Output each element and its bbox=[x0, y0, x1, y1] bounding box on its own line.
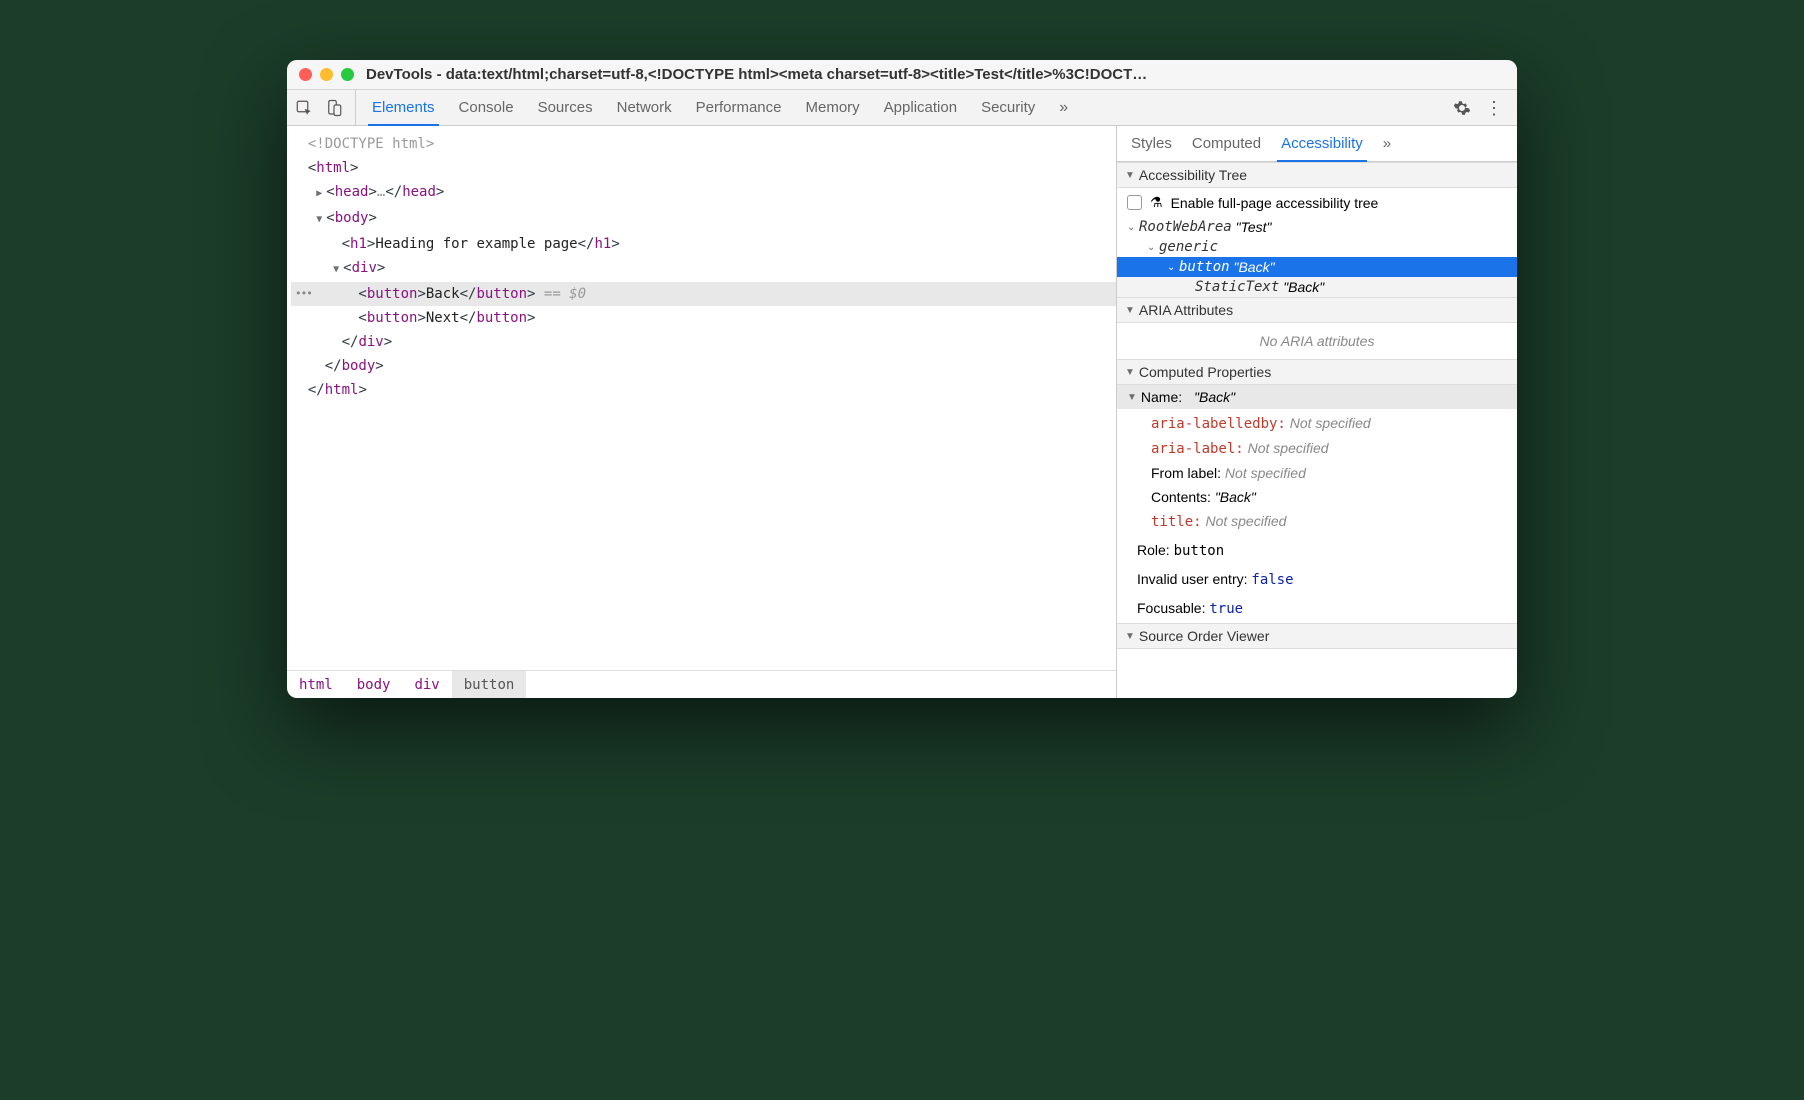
acc-root[interactable]: ⌄RootWebArea "Test" bbox=[1117, 217, 1517, 237]
acc-tree-header[interactable]: ▼Accessibility Tree bbox=[1117, 162, 1517, 188]
accessibility-tree[interactable]: ⌄RootWebArea "Test" ⌄generic ⌄button "Ba… bbox=[1117, 217, 1517, 297]
more-tabs-icon[interactable]: » bbox=[1047, 90, 1080, 125]
invalid-row: Invalid user entry: false bbox=[1117, 565, 1517, 594]
tab-application[interactable]: Application bbox=[872, 90, 969, 125]
tab-styles[interactable]: Styles bbox=[1121, 126, 1182, 161]
body-tag: body bbox=[335, 210, 369, 226]
zoom-icon[interactable] bbox=[341, 68, 354, 81]
tab-computed[interactable]: Computed bbox=[1182, 126, 1271, 161]
side-pane: Styles Computed Accessibility » ▼Accessi… bbox=[1117, 126, 1517, 698]
crumb-button[interactable]: button bbox=[452, 671, 527, 698]
gear-icon[interactable] bbox=[1453, 99, 1471, 117]
more-side-tabs-icon[interactable]: » bbox=[1373, 126, 1401, 161]
main-tabs: Elements Console Sources Network Perform… bbox=[360, 90, 1453, 125]
head-tag: head bbox=[335, 184, 369, 200]
dom-tree[interactable]: <!DOCTYPE html> <html> ▶<head>…</head> ▼… bbox=[287, 126, 1116, 670]
h1-tag: h1 bbox=[350, 236, 367, 252]
tab-sources[interactable]: Sources bbox=[526, 90, 605, 125]
doctype: <!DOCTYPE html> bbox=[308, 136, 434, 152]
traffic-lights bbox=[299, 68, 354, 81]
window-title: DevTools - data:text/html;charset=utf-8,… bbox=[366, 66, 1505, 83]
acc-button-selected[interactable]: ⌄button "Back" bbox=[1117, 257, 1517, 277]
acc-generic[interactable]: ⌄generic bbox=[1117, 237, 1517, 257]
computed-name-row[interactable]: ▼Name: "Back" bbox=[1117, 385, 1517, 409]
tab-elements[interactable]: Elements bbox=[360, 90, 447, 125]
tab-security[interactable]: Security bbox=[969, 90, 1047, 125]
aria-empty: No ARIA attributes bbox=[1117, 323, 1517, 359]
aria-header[interactable]: ▼ARIA Attributes bbox=[1117, 297, 1517, 323]
flask-icon: ⚗ bbox=[1150, 194, 1163, 211]
titlebar: DevTools - data:text/html;charset=utf-8,… bbox=[287, 60, 1517, 90]
minimize-icon[interactable] bbox=[320, 68, 333, 81]
tab-memory[interactable]: Memory bbox=[794, 90, 872, 125]
enable-checkbox[interactable] bbox=[1127, 195, 1142, 210]
devtools-window: DevTools - data:text/html;charset=utf-8,… bbox=[287, 60, 1517, 698]
enable-label: Enable full-page accessibility tree bbox=[1171, 195, 1379, 211]
tab-console[interactable]: Console bbox=[447, 90, 526, 125]
elements-pane: <!DOCTYPE html> <html> ▶<head>…</head> ▼… bbox=[287, 126, 1117, 698]
enable-full-page-row[interactable]: ⚗ Enable full-page accessibility tree bbox=[1117, 188, 1517, 217]
main-content: <!DOCTYPE html> <html> ▶<head>…</head> ▼… bbox=[287, 126, 1517, 698]
crumb-body[interactable]: body bbox=[345, 671, 403, 698]
close-icon[interactable] bbox=[299, 68, 312, 81]
crumb-div[interactable]: div bbox=[402, 671, 451, 698]
breadcrumbs: html body div button bbox=[287, 670, 1116, 698]
inspect-icon[interactable] bbox=[295, 99, 313, 117]
source-order-header[interactable]: ▼Source Order Viewer bbox=[1117, 623, 1517, 649]
crumb-html[interactable]: html bbox=[287, 671, 345, 698]
tab-network[interactable]: Network bbox=[605, 90, 684, 125]
html-tag: html bbox=[316, 160, 350, 176]
button-tag-1: button bbox=[367, 286, 418, 302]
acc-statictext[interactable]: StaticText "Back" bbox=[1117, 277, 1517, 297]
name-sources: aria-labelledby: Not specified aria-labe… bbox=[1117, 409, 1517, 536]
device-icon[interactable] bbox=[325, 99, 343, 117]
computed-header[interactable]: ▼Computed Properties bbox=[1117, 359, 1517, 385]
focusable-row: Focusable: true bbox=[1117, 594, 1517, 623]
div-tag: div bbox=[352, 260, 377, 276]
selected-dom-row[interactable]: ••• <button>Back</button> == $0 bbox=[291, 282, 1116, 306]
side-tabs: Styles Computed Accessibility » bbox=[1117, 126, 1517, 162]
main-toolbar: Elements Console Sources Network Perform… bbox=[287, 90, 1517, 126]
button-tag-2: button bbox=[367, 310, 418, 326]
tab-performance[interactable]: Performance bbox=[684, 90, 794, 125]
tab-accessibility[interactable]: Accessibility bbox=[1271, 126, 1373, 161]
kebab-icon[interactable]: ⋮ bbox=[1485, 103, 1503, 113]
role-row: Role: button bbox=[1117, 536, 1517, 565]
